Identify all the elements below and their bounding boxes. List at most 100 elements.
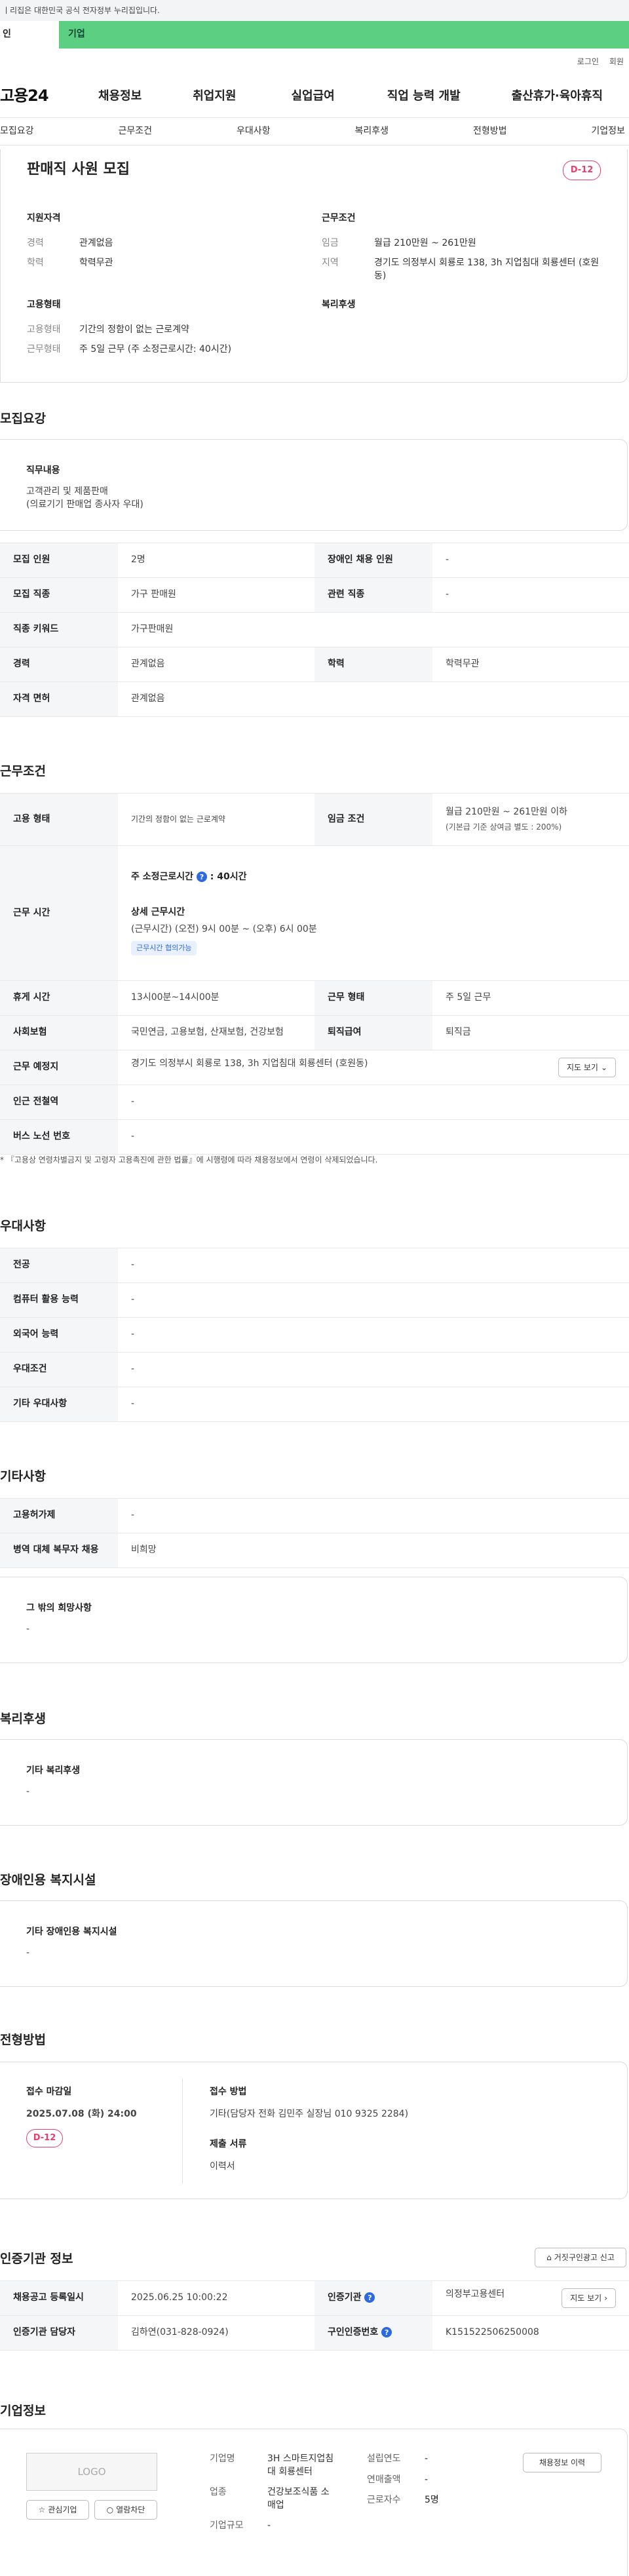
pref-value-language: - bbox=[118, 1317, 629, 1353]
weekly-hours-value: : 40시간 bbox=[210, 872, 247, 883]
section-title-agency: 인증기관 정보 bbox=[0, 2252, 73, 2266]
section-title-recruit: 모집요강 bbox=[0, 412, 46, 426]
company-name-line-2: 대 회룡센터 bbox=[267, 2466, 313, 2477]
favorite-company-button[interactable]: ☆ 관심기업 bbox=[26, 2500, 89, 2520]
keyword-value: 가구판매원 bbox=[118, 612, 629, 647]
table-row: 병역 대체 복무자 채용 비희망 bbox=[0, 1533, 629, 1568]
duty-heading: 직무내용 bbox=[26, 465, 60, 476]
related-occupation-label: 관련 직종 bbox=[314, 577, 432, 613]
break-time-value: 13시00분~14시00분 bbox=[118, 980, 314, 1016]
help-icon[interactable]: ? bbox=[364, 2292, 375, 2303]
divider bbox=[182, 2078, 183, 2184]
posting-date-value: 2025.06.25 10:00:22 bbox=[118, 2280, 314, 2316]
wage-label: 임금 bbox=[322, 237, 339, 248]
industry-line-1: 건강보조식품 소 bbox=[267, 2487, 330, 2498]
employment-form-value: 기간의 정함이 없는 근로계약 bbox=[118, 793, 314, 846]
cert-agency-label-text: 인증기관 bbox=[328, 2292, 362, 2303]
sales-label: 연매출액 bbox=[367, 2474, 401, 2485]
segment-company[interactable]: 기업 bbox=[59, 21, 629, 48]
segment-individual[interactable]: 인 bbox=[0, 21, 59, 48]
section-title-company: 기업정보 bbox=[0, 2404, 46, 2418]
wage-condition-label: 임금 조건 bbox=[314, 793, 432, 846]
company-details-col2: 설립연도 - 연매출액 - 근로자수 5명 bbox=[367, 2453, 439, 2507]
agency-manager-value: 김하연(031-828-0924) bbox=[118, 2315, 314, 2351]
method-box: 접수 마감일 2025.07.08 (화) 24:00 D-12 접수 방법 기… bbox=[0, 2062, 628, 2199]
disability-box: 기타 장애인용 복지시설 - bbox=[0, 1900, 628, 1987]
block-company-button[interactable]: ○ 열람차단 bbox=[94, 2500, 157, 2520]
agency-manager-label: 인증기관 담당자 bbox=[0, 2315, 118, 2351]
career-label: 경력 bbox=[27, 237, 44, 248]
work-shape-label: 근무형태 bbox=[27, 344, 61, 355]
pref-label-condition: 우대조건 bbox=[0, 1352, 118, 1387]
cert-agency-value: 의정부고용센터 bbox=[446, 2289, 505, 2299]
weekly-hours-line: 주 소정근로시간 ? : 40시간 bbox=[131, 871, 616, 884]
table-row: 컴퓨터 활용 능력 - bbox=[0, 1282, 629, 1318]
table-row: 근무 시간 주 소정근로시간 ? : 40시간 상세 근무시간 (근무시간) (… bbox=[0, 845, 629, 981]
table-row: 외국어 능력 - bbox=[0, 1317, 629, 1353]
tab-selection-method[interactable]: 전형방법 bbox=[473, 125, 507, 138]
break-time-label: 휴게 시간 bbox=[0, 980, 118, 1016]
military-label: 병역 대체 복무자 채용 bbox=[0, 1533, 118, 1568]
gnb-item-vocational-training[interactable]: 직업 능력 개발 bbox=[387, 88, 461, 104]
company-logo: LOGO bbox=[26, 2453, 157, 2491]
tab-work-conditions[interactable]: 근무조건 bbox=[118, 125, 152, 138]
map-button[interactable]: 지도 보기 ⌄ bbox=[558, 1058, 616, 1077]
tab-preferences[interactable]: 우대사항 bbox=[237, 125, 271, 138]
qualification-group: 지원자격 경력 관계없음 학력 학력무관 bbox=[27, 212, 302, 277]
deadline-value: 2025.07.08 (화) 24:00 bbox=[26, 2109, 137, 2119]
login-link[interactable]: 로그인 bbox=[577, 56, 599, 67]
license-label: 자격 면허 bbox=[0, 682, 118, 717]
pref-value-major: - bbox=[118, 1248, 629, 1283]
table-row: 고용 형태 기간의 정함이 없는 근로계약 임금 조건 월급 210만원 ~ 2… bbox=[0, 793, 629, 846]
conditions-group: 근무조건 임금 월급 210만원 ~ 261만원 지역 경기도 의정부시 회룡로 1… bbox=[322, 212, 610, 290]
utility-menu: 로그인 회원 bbox=[0, 48, 629, 75]
gnb-item-jobs[interactable]: 채용정보 bbox=[98, 88, 142, 104]
headcount-label: 모집 인원 bbox=[0, 543, 118, 578]
duty-box: 직무내용 고객관리 및 제품판매 (의료기기 판매업 종사자 우대) bbox=[0, 439, 628, 531]
tab-welfare[interactable]: 복리후생 bbox=[354, 125, 389, 138]
employee-count-label: 근로자수 bbox=[367, 2495, 401, 2506]
cert-number-label-text: 구인인증번호 bbox=[328, 2327, 379, 2338]
cert-number-label: 구인인증번호 ? bbox=[314, 2315, 432, 2351]
pref-label-language: 외국어 능력 bbox=[0, 1317, 118, 1353]
disability-box-value: - bbox=[26, 1948, 30, 1958]
report-false-ad-button[interactable]: ⌂ 거짓구인광고 신고 bbox=[535, 2248, 626, 2267]
founded-label: 설립연도 bbox=[367, 2453, 401, 2464]
job-history-button[interactable]: 채용정보 이력 bbox=[523, 2453, 601, 2472]
work-permit-label: 고용허가제 bbox=[0, 1498, 118, 1533]
other-wishes-box: 그 밖의 희망사항 - bbox=[0, 1577, 628, 1663]
pref-label-other: 기타 우대사항 bbox=[0, 1387, 118, 1422]
detail-hours-value: (근무시간) (오전) 9시 00분 ~ (오후) 6시 00분 bbox=[131, 923, 317, 934]
tab-recruit[interactable]: 모집요강 bbox=[0, 125, 34, 138]
disability-box-heading: 기타 장애인용 복지시설 bbox=[26, 1927, 117, 1937]
gnb-item-unemployment-benefit[interactable]: 실업급여 bbox=[292, 88, 335, 104]
cert-agency-cell: 의정부고용센터 지도 보기 › bbox=[432, 2280, 629, 2316]
table-row: 고용허가제 - bbox=[0, 1498, 629, 1533]
founded-value: - bbox=[425, 2453, 429, 2464]
help-icon[interactable]: ? bbox=[196, 872, 207, 883]
site-logo[interactable]: 고용24 bbox=[0, 85, 98, 107]
workplace-label: 근무 예정지 bbox=[0, 1050, 118, 1085]
work-hours-cell: 주 소정근로시간 ? : 40시간 상세 근무시간 (근무시간) (오전) 9시… bbox=[118, 845, 629, 981]
industry-line-2: 매업 bbox=[267, 2499, 284, 2510]
help-icon[interactable]: ? bbox=[381, 2327, 392, 2338]
other-wishes-heading: 그 밖의 희망사항 bbox=[26, 1603, 92, 1613]
block-company-label: 열람차단 bbox=[116, 2505, 145, 2514]
company-name-line-1: 3H 스마트지업침 bbox=[267, 2453, 334, 2464]
wage-condition-value: 월급 210만원 ~ 261만원 이하 bbox=[446, 807, 568, 818]
company-size-label: 기업규모 bbox=[210, 2520, 244, 2531]
education-row-label: 학력 bbox=[314, 647, 432, 682]
disabled-headcount-value: - bbox=[432, 543, 629, 578]
cert-agency-label: 인증기관 ? bbox=[314, 2280, 432, 2316]
job-summary-card: 판매직 사원 모집 D-12 지원자격 경력 관계없음 학력 학력무관 근무조건 임… bbox=[0, 149, 628, 383]
agency-map-button[interactable]: 지도 보기 › bbox=[562, 2288, 616, 2308]
table-row: 우대조건 - bbox=[0, 1352, 629, 1387]
tab-company-info[interactable]: 기업정보 bbox=[591, 125, 625, 138]
pref-value-other: - bbox=[118, 1387, 629, 1422]
company-size-value: - bbox=[267, 2520, 271, 2531]
gnb-item-employment-support[interactable]: 취업지원 bbox=[193, 88, 236, 104]
gnb-item-parental-leave[interactable]: 출산휴가·육아휴직 bbox=[512, 88, 603, 104]
apply-method-value: 기타(담당자 전화 김민주 실장님 010 9325 2284) bbox=[210, 2109, 409, 2119]
join-link[interactable]: 회원 bbox=[609, 56, 624, 67]
subway-value: - bbox=[118, 1085, 629, 1120]
